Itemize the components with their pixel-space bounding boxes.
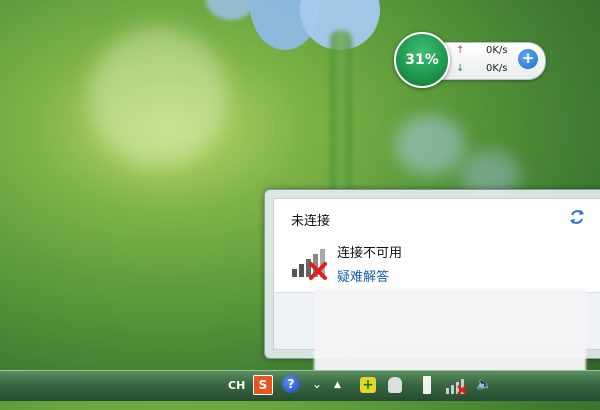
tray-app-icon[interactable] bbox=[388, 377, 402, 393]
taskbar: CH S ? ⌄ ▲ + 🔈 bbox=[0, 370, 600, 401]
download-speed-value: 0K/s bbox=[486, 63, 508, 74]
troubleshoot-link[interactable]: 疑难解答 bbox=[337, 266, 389, 285]
input-settings-icon[interactable]: ⌄ bbox=[312, 377, 322, 407]
show-hidden-icons-icon[interactable]: ▲ bbox=[334, 380, 341, 410]
network-disconnected-icon bbox=[292, 249, 327, 280]
connection-status-text: 连接不可用 bbox=[337, 246, 403, 261]
refresh-icon[interactable] bbox=[568, 208, 586, 226]
upload-speed-value: 0K/s bbox=[486, 45, 508, 56]
popup-title: 未连接 bbox=[291, 214, 331, 229]
usage-percent-badge[interactable]: 31% bbox=[394, 32, 450, 88]
wallpaper-flower-petal bbox=[206, 0, 256, 20]
volume-icon[interactable]: 🔈 bbox=[476, 377, 492, 407]
wallpaper-bokeh bbox=[395, 115, 465, 175]
expand-plus-icon[interactable]: + bbox=[518, 49, 538, 69]
tray-app-icon[interactable]: + bbox=[360, 377, 376, 393]
upload-arrow-icon: ↑ bbox=[456, 45, 465, 56]
wallpaper-light-bokeh bbox=[88, 28, 228, 168]
tray-app-icon[interactable] bbox=[423, 376, 431, 394]
sogou-input-icon[interactable]: S bbox=[253, 375, 273, 395]
language-indicator[interactable]: CH bbox=[228, 379, 245, 409]
network-tray-icon[interactable] bbox=[444, 376, 470, 396]
download-arrow-icon: ↓ bbox=[456, 63, 465, 74]
network-speed-widget[interactable]: 31% ↑ 0K/s ↓ 0K/s + bbox=[394, 32, 546, 88]
help-icon[interactable]: ? bbox=[282, 375, 300, 393]
